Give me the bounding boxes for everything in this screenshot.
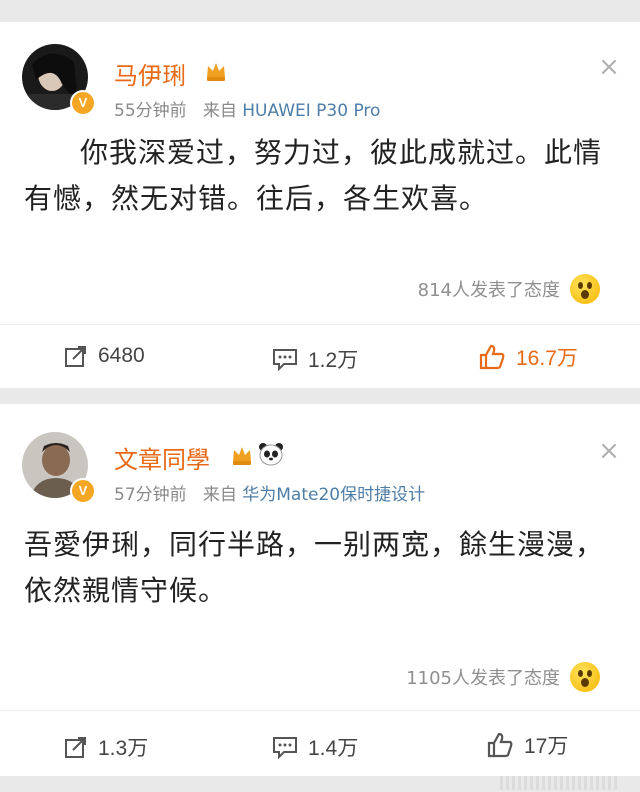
repost-icon: [65, 737, 86, 758]
reaction-summary[interactable]: 814人发表了态度: [418, 274, 600, 304]
repost-icon: [65, 346, 86, 367]
repost-button[interactable]: 6480: [64, 344, 145, 368]
like-button[interactable]: 17万: [486, 730, 568, 760]
wow-emoji-icon: [570, 274, 600, 304]
reaction-count: 1105人发表了态度: [406, 668, 560, 689]
weibo-post-card: V 马伊琍 55分钟前 来自 HUAWEI P30 Pro × 你我深爱过，努力…: [0, 22, 640, 388]
like-count: 16.7万: [516, 347, 578, 370]
divider: [0, 710, 640, 711]
post-text: 你我深爱过，努力过，彼此成就过。此情有憾，然无对错。往后，各生欢喜。: [24, 136, 603, 215]
source-prefix: 来自: [202, 101, 237, 121]
post-text: 吾愛伊琍，同行半路，一别两宽，餘生漫漫，依然親情守候。: [24, 528, 605, 607]
watermark: [500, 776, 620, 790]
vip-icon: [233, 447, 251, 465]
post-source[interactable]: 华为Mate20保时捷设计: [242, 485, 425, 505]
repost-count: 6480: [98, 344, 145, 367]
vip-icon: [207, 63, 225, 81]
verified-badge-icon: V: [70, 90, 96, 116]
user-name[interactable]: 文章同學: [114, 440, 210, 475]
post-time: 55分钟前: [114, 101, 187, 121]
comment-button[interactable]: 1.2万: [272, 344, 358, 374]
reaction-summary[interactable]: 1105人发表了态度: [406, 662, 600, 692]
close-icon[interactable]: ×: [598, 438, 620, 464]
repost-button[interactable]: 1.3万: [64, 732, 148, 762]
wow-emoji-icon: [570, 662, 600, 692]
user-name[interactable]: 马伊琍: [114, 56, 186, 91]
like-icon: [479, 344, 505, 370]
post-meta: 57分钟前 来自 华为Mate20保时捷设计: [114, 480, 425, 505]
like-button[interactable]: 16.7万: [478, 342, 578, 372]
like-count: 17万: [524, 735, 569, 758]
comment-count: 1.2万: [308, 349, 359, 372]
post-time: 57分钟前: [114, 485, 187, 505]
comment-icon: [273, 349, 297, 371]
post-source[interactable]: HUAWEI P30 Pro: [242, 101, 380, 121]
source-prefix: 来自: [202, 485, 237, 505]
reaction-count: 814人发表了态度: [417, 280, 560, 301]
divider: [0, 324, 640, 325]
comment-button[interactable]: 1.4万: [272, 732, 358, 762]
panda-icon: [259, 443, 283, 466]
weibo-post-card: V 文章同學 57分钟前 来自 华为Mate20保时捷设计 × 吾愛伊琍，同行半…: [0, 404, 640, 776]
post-meta: 55分钟前 来自 HUAWEI P30 Pro: [114, 96, 380, 121]
repost-count: 1.3万: [98, 737, 149, 760]
comment-icon: [273, 737, 297, 759]
like-icon: [487, 732, 513, 758]
close-icon[interactable]: ×: [598, 54, 620, 80]
verified-badge-icon: V: [70, 478, 96, 504]
comment-count: 1.4万: [308, 737, 359, 760]
